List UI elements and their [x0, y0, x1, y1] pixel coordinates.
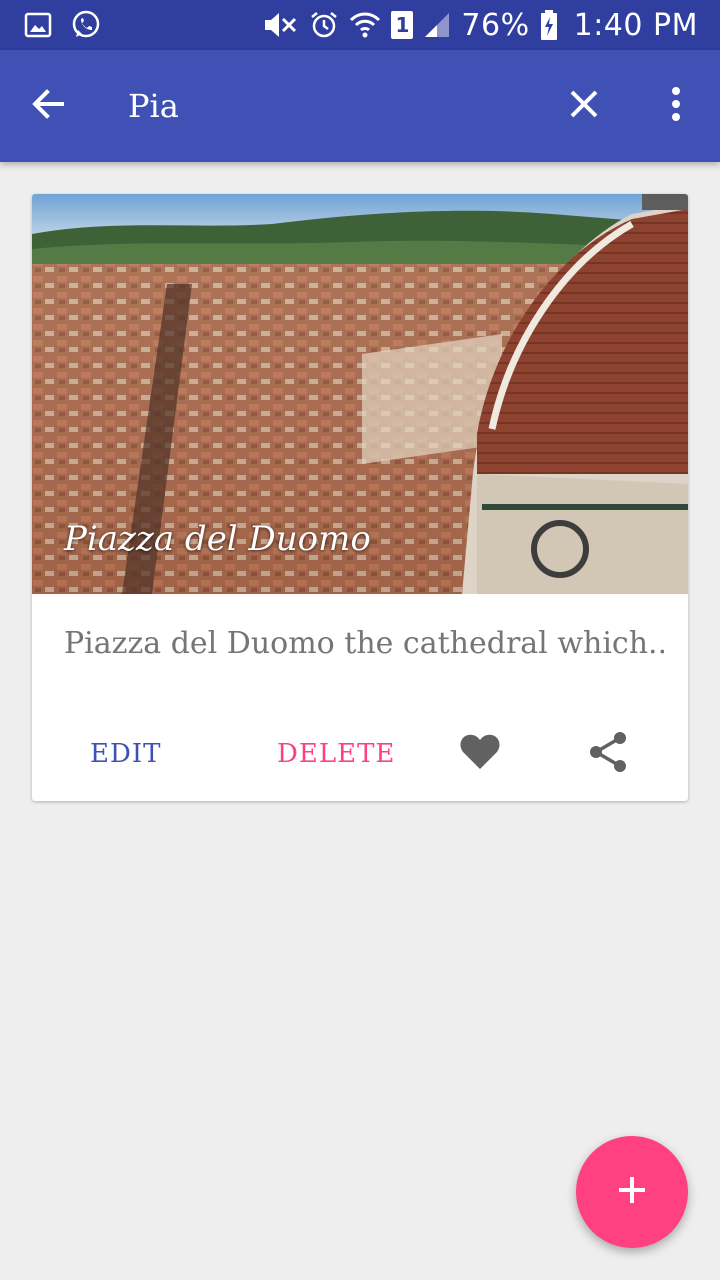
place-title: Piazza del Duomo [64, 519, 371, 559]
wifi-icon [349, 10, 381, 40]
edit-button[interactable]: EDIT [90, 739, 161, 769]
overflow-menu-button[interactable] [656, 82, 696, 130]
place-description: Piazza del Duomo the cathedral which... [64, 626, 664, 661]
search-input[interactable] [128, 84, 528, 128]
more-vert-icon [670, 86, 682, 126]
add-place-fab[interactable] [576, 1136, 688, 1248]
battery-icon [540, 9, 558, 41]
whatsapp-icon [70, 9, 102, 41]
close-icon [569, 89, 599, 123]
back-button[interactable] [24, 82, 72, 130]
delete-button[interactable]: DELETE [277, 739, 395, 769]
favorite-button[interactable] [452, 730, 508, 778]
back-arrow-icon [30, 86, 66, 126]
place-photo[interactable]: Piazza del Duomo [32, 194, 688, 594]
vibrate-icon [261, 10, 299, 40]
heart-icon [459, 733, 501, 775]
sim-icon: 1 [391, 11, 414, 39]
signal-icon [423, 11, 451, 39]
gallery-icon [24, 11, 52, 39]
share-icon [588, 731, 628, 777]
clock: 1:40 PM [573, 7, 698, 43]
app-bar [0, 50, 720, 162]
clear-search-button[interactable] [560, 82, 608, 130]
battery-percent: 76% [461, 7, 530, 43]
share-button[interactable] [580, 730, 636, 778]
place-card: Piazza del Duomo Piazza del Duomo the ca… [32, 194, 688, 801]
status-bar: 1 76% 1:40 PM [0, 0, 720, 50]
alarm-icon [309, 10, 339, 40]
add-icon [617, 1175, 647, 1209]
